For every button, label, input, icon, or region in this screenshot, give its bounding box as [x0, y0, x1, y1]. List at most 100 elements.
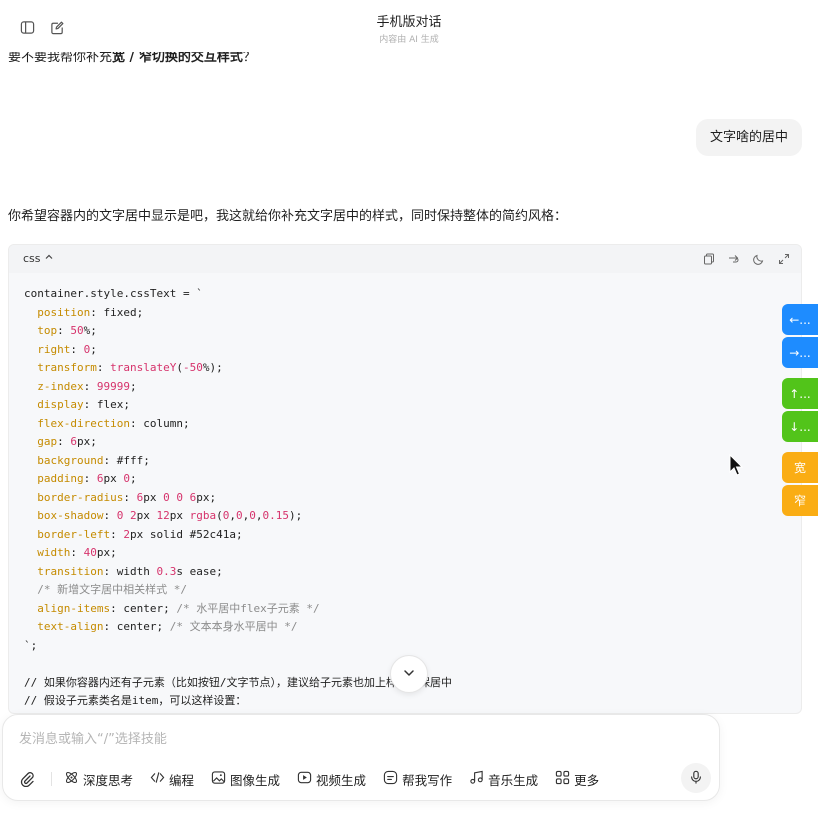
code-token: /* 文本本身水平居中 */ — [169, 620, 298, 633]
code-token: rgba — [189, 509, 217, 522]
ai-message-text: 你希望容器内的文字居中显示是吧，我这就给你补充文字居中的样式，同时保持整体的简约… — [8, 209, 568, 224]
code-token: 50 — [70, 324, 84, 337]
code-token: border-radius — [37, 490, 124, 504]
code-token: px; — [196, 490, 217, 504]
code-line: top: 50%; — [24, 322, 786, 341]
message-input[interactable] — [19, 730, 699, 748]
code-line: border-left: 2px solid #52c41a; — [24, 526, 786, 545]
code-token: px solid #52c41a; — [129, 527, 243, 541]
voice-input-button[interactable] — [681, 763, 711, 793]
code-token: // 如果你容器内还有子元素（比如按钮/文字节点），建议给子元素也加上样式确保居… — [24, 675, 452, 689]
code-language-label: css — [23, 252, 41, 265]
code-token: : #fff; — [103, 453, 150, 467]
code-token: top — [37, 324, 58, 337]
coding-button[interactable]: 编程 — [150, 770, 194, 789]
code-line: background: #fff; — [24, 452, 786, 471]
video-gen-button[interactable]: 视频生成 — [297, 770, 366, 789]
image-gen-button[interactable]: 图像生成 — [211, 770, 280, 789]
code-token: : column; — [129, 416, 190, 430]
move-down-button[interactable]: ↓... — [782, 411, 818, 442]
code-token: /* 新增文字居中相关样式 */ — [37, 583, 187, 596]
code-token: : — [57, 435, 71, 448]
code-token: `; — [24, 638, 38, 652]
more-button[interactable]: 更多 — [555, 770, 599, 789]
width-wide-button[interactable]: 宽 — [782, 452, 818, 483]
code-token: : — [123, 490, 137, 504]
move-left-button[interactable]: ←... — [782, 304, 818, 335]
code-token: // 假设子元素类名是item，可以这样设置： — [24, 694, 247, 707]
code-token: width — [37, 546, 71, 559]
code-token: : — [96, 361, 111, 374]
code-token: 0.3 — [156, 564, 177, 578]
code-token: ; — [129, 379, 137, 393]
code-token: position — [37, 305, 91, 319]
more-label: 更多 — [574, 772, 600, 788]
code-token: ); — [288, 509, 303, 522]
code-token: px — [143, 490, 164, 504]
code-token: px; — [96, 546, 117, 559]
code-token: px — [136, 509, 157, 522]
code-line: transition: width 0.3s ease; — [24, 563, 786, 582]
copy-icon[interactable] — [701, 251, 716, 266]
code-line: box-shadow: 0 2px 12px rgba(0,0,0,0.15); — [24, 507, 786, 526]
code-token: 0 — [176, 490, 183, 504]
code-token: : center; — [110, 601, 177, 615]
previous-ai-message-bold: 宽 / 窄切换的交互样式 — [112, 50, 243, 65]
chevron-down-icon — [402, 665, 416, 684]
chevron-up-icon — [44, 252, 54, 265]
width-narrow-button[interactable]: 窄 — [782, 485, 818, 516]
code-token: %; — [83, 324, 97, 337]
code-token: : — [83, 472, 97, 485]
code-token: : fixed; — [90, 305, 144, 319]
music-gen-button[interactable]: 音乐生成 — [469, 770, 538, 789]
code-line: gap: 6px; — [24, 433, 786, 452]
code-token: container.style.cssText = ` — [24, 287, 203, 300]
writing-label: 帮我写作 — [402, 772, 453, 788]
code-token: -50 — [182, 361, 203, 374]
code-token: : — [70, 342, 84, 356]
previous-ai-message-suffix: ？ — [242, 50, 256, 65]
attachment-icon[interactable] — [17, 769, 37, 789]
code-line: // 假设子元素类名是item，可以这样设置： — [24, 692, 786, 711]
image-gen-label: 图像生成 — [230, 772, 281, 788]
move-up-button[interactable]: ↑... — [782, 378, 818, 409]
user-message-bubble: 文字啥的居中 — [695, 119, 802, 156]
code-line: container.style.cssText = ` — [24, 285, 786, 304]
music-gen-label: 音乐生成 — [488, 772, 539, 788]
writing-button[interactable]: 帮我写作 — [383, 770, 452, 789]
wrap-icon[interactable] — [726, 251, 741, 266]
code-token: : — [103, 509, 117, 522]
code-line: transform: translateY(-50%); — [24, 359, 786, 378]
code-line: `; — [24, 637, 786, 656]
music-note-icon — [469, 770, 484, 788]
code-block-header: css — [9, 245, 801, 273]
code-token: px — [169, 509, 190, 522]
theme-moon-icon[interactable] — [751, 251, 766, 266]
code-token: padding — [37, 472, 84, 485]
code-line: z-index: 99999; — [24, 378, 786, 397]
code-token: gap — [37, 435, 58, 448]
code-token: right — [37, 342, 71, 356]
scroll-to-bottom-button[interactable] — [390, 655, 428, 693]
code-token: background — [37, 453, 104, 467]
code-token: 40 — [83, 546, 97, 559]
deep-think-button[interactable]: 深度思考 — [64, 770, 133, 789]
image-icon — [211, 770, 226, 788]
atom-icon — [64, 770, 79, 788]
code-token: ; — [129, 472, 137, 485]
code-token: : — [57, 324, 71, 337]
code-language-toggle[interactable]: css — [23, 252, 54, 265]
code-token: px — [103, 472, 124, 485]
chat-input-box: 深度思考 编程 图像生成 视频生成 帮我写作 — [2, 714, 720, 801]
expand-icon[interactable] — [776, 251, 791, 266]
move-right-button[interactable]: →... — [782, 337, 818, 368]
